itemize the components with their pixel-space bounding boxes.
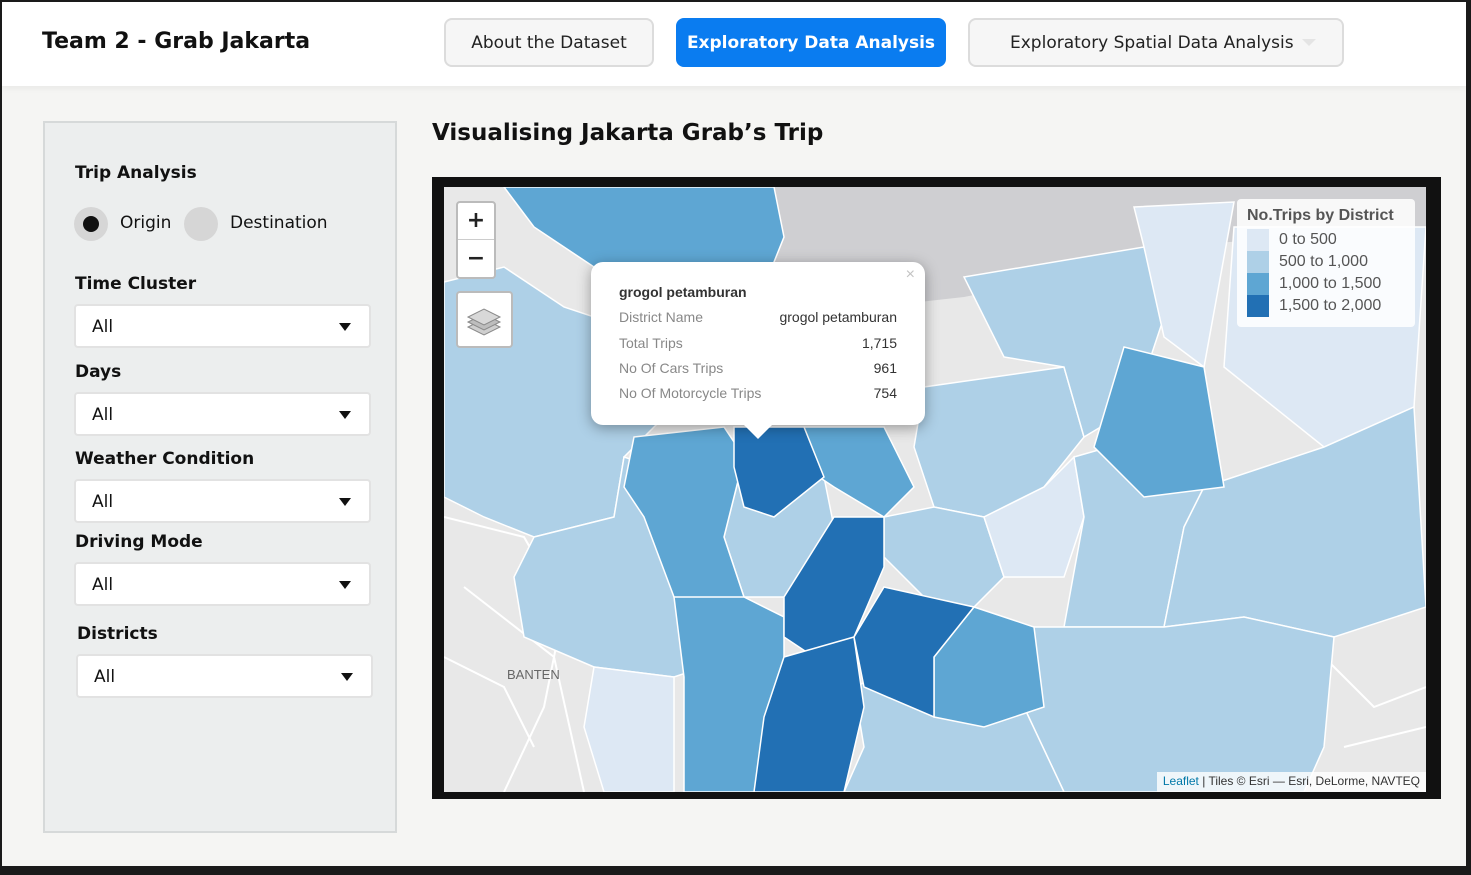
weather-condition-select[interactable]: All (74, 479, 371, 523)
tab-exploratory-spatial-data-analysis[interactable]: Exploratory Spatial Data Analysis (968, 18, 1344, 67)
time-cluster-label: Time Cluster (75, 274, 197, 294)
select-value: All (92, 405, 114, 425)
select-value: All (92, 575, 114, 595)
driving-mode-select[interactable]: All (74, 562, 371, 606)
tab-exploratory-data-analysis[interactable]: Exploratory Data Analysis (676, 18, 946, 67)
zoom-in-button[interactable]: + (458, 203, 494, 240)
select-value: All (92, 492, 114, 512)
district-polygon[interactable] (583, 666, 675, 792)
origin-radio[interactable] (74, 207, 108, 241)
page-title: Visualising Jakarta Grab’s Trip (432, 120, 824, 146)
chevron-down-icon (1302, 39, 1316, 46)
popup-key: No Of Cars Trips (619, 360, 724, 376)
app-window: Team 2 - Grab Jakarta About the Dataset … (2, 2, 1466, 866)
district-polygon[interactable] (1023, 616, 1335, 792)
popup-row: No Of Motorcycle Trips 754 (619, 385, 897, 405)
dropdown-arrow-icon (339, 498, 351, 506)
attribution-text: | Tiles © Esri — Esri, DeLorme, NAVTEQ (1198, 774, 1420, 788)
close-icon[interactable]: × (906, 266, 915, 284)
legend-label: 1,000 to 1,500 (1279, 275, 1382, 292)
destination-radio[interactable] (184, 207, 218, 241)
popup-title: grogol petamburan (619, 284, 747, 300)
legend-swatch (1247, 251, 1269, 273)
popup-row: Total Trips 1,715 (619, 335, 897, 355)
trip-analysis-label: Trip Analysis (75, 163, 197, 183)
legend-entry: 1,500 to 2,000 (1247, 295, 1405, 317)
tab-about-dataset[interactable]: About the Dataset (444, 18, 654, 67)
legend-entry: 1,000 to 1,500 (1247, 273, 1405, 295)
app-title: Team 2 - Grab Jakarta (42, 29, 311, 54)
destination-radio-label: Destination (230, 213, 328, 233)
leaflet-link[interactable]: Leaflet (1163, 774, 1199, 788)
legend-swatch (1247, 273, 1269, 295)
popup-value: 1,715 (861, 335, 897, 351)
top-header: Team 2 - Grab Jakarta About the Dataset … (2, 2, 1466, 86)
layers-icon (466, 308, 502, 336)
weather-condition-label: Weather Condition (75, 449, 255, 469)
select-value: All (94, 667, 116, 687)
popup-value: grogol petamburan (779, 309, 897, 325)
zoom-control: + − (456, 201, 496, 279)
legend-label: 500 to 1,000 (1279, 253, 1368, 270)
district-popup: × grogol petamburan District Name grogol… (591, 262, 925, 439)
districts-label: Districts (77, 624, 158, 644)
map-legend: No.Trips by District 0 to 500 500 to 1,0… (1237, 199, 1415, 327)
legend-title: No.Trips by District (1247, 207, 1394, 224)
legend-swatch (1247, 229, 1269, 251)
legend-entry: 500 to 1,000 (1247, 251, 1405, 273)
legend-label: 1,500 to 2,000 (1279, 297, 1382, 314)
days-select[interactable]: All (74, 392, 371, 436)
tab-label: Exploratory Spatial Data Analysis (1010, 32, 1294, 53)
map-frame: BANTEN + − No.Trips by District 0 to 500 (432, 177, 1441, 799)
dropdown-arrow-icon (339, 411, 351, 419)
layers-button[interactable] (456, 291, 513, 348)
popup-row: No Of Cars Trips 961 (619, 360, 897, 380)
popup-key: Total Trips (619, 335, 683, 351)
popup-key: District Name (619, 309, 704, 325)
time-cluster-select[interactable]: All (74, 304, 371, 348)
select-value: All (92, 317, 114, 337)
dropdown-arrow-icon (341, 673, 353, 681)
choropleth-map[interactable]: BANTEN + − No.Trips by District 0 to 500 (444, 187, 1426, 792)
legend-swatch (1247, 295, 1269, 317)
legend-entry: 0 to 500 (1247, 229, 1405, 251)
legend-label: 0 to 500 (1279, 231, 1337, 248)
districts-select[interactable]: All (76, 654, 373, 698)
map-attribution: Leaflet | Tiles © Esri — Esri, DeLorme, … (1156, 772, 1426, 792)
dropdown-arrow-icon (339, 323, 351, 331)
days-label: Days (75, 362, 122, 382)
map-place-label: BANTEN (507, 667, 560, 682)
dropdown-arrow-icon (339, 581, 351, 589)
zoom-out-button[interactable]: − (458, 241, 494, 278)
driving-mode-label: Driving Mode (75, 532, 203, 552)
popup-value: 754 (873, 385, 897, 401)
popup-key: No Of Motorcycle Trips (619, 385, 762, 401)
origin-radio-label: Origin (120, 213, 172, 233)
popup-row: District Name grogol petamburan (619, 309, 897, 329)
filter-sidebar: Trip Analysis Origin Destination Time Cl… (43, 121, 397, 833)
popup-value: 961 (873, 360, 897, 376)
